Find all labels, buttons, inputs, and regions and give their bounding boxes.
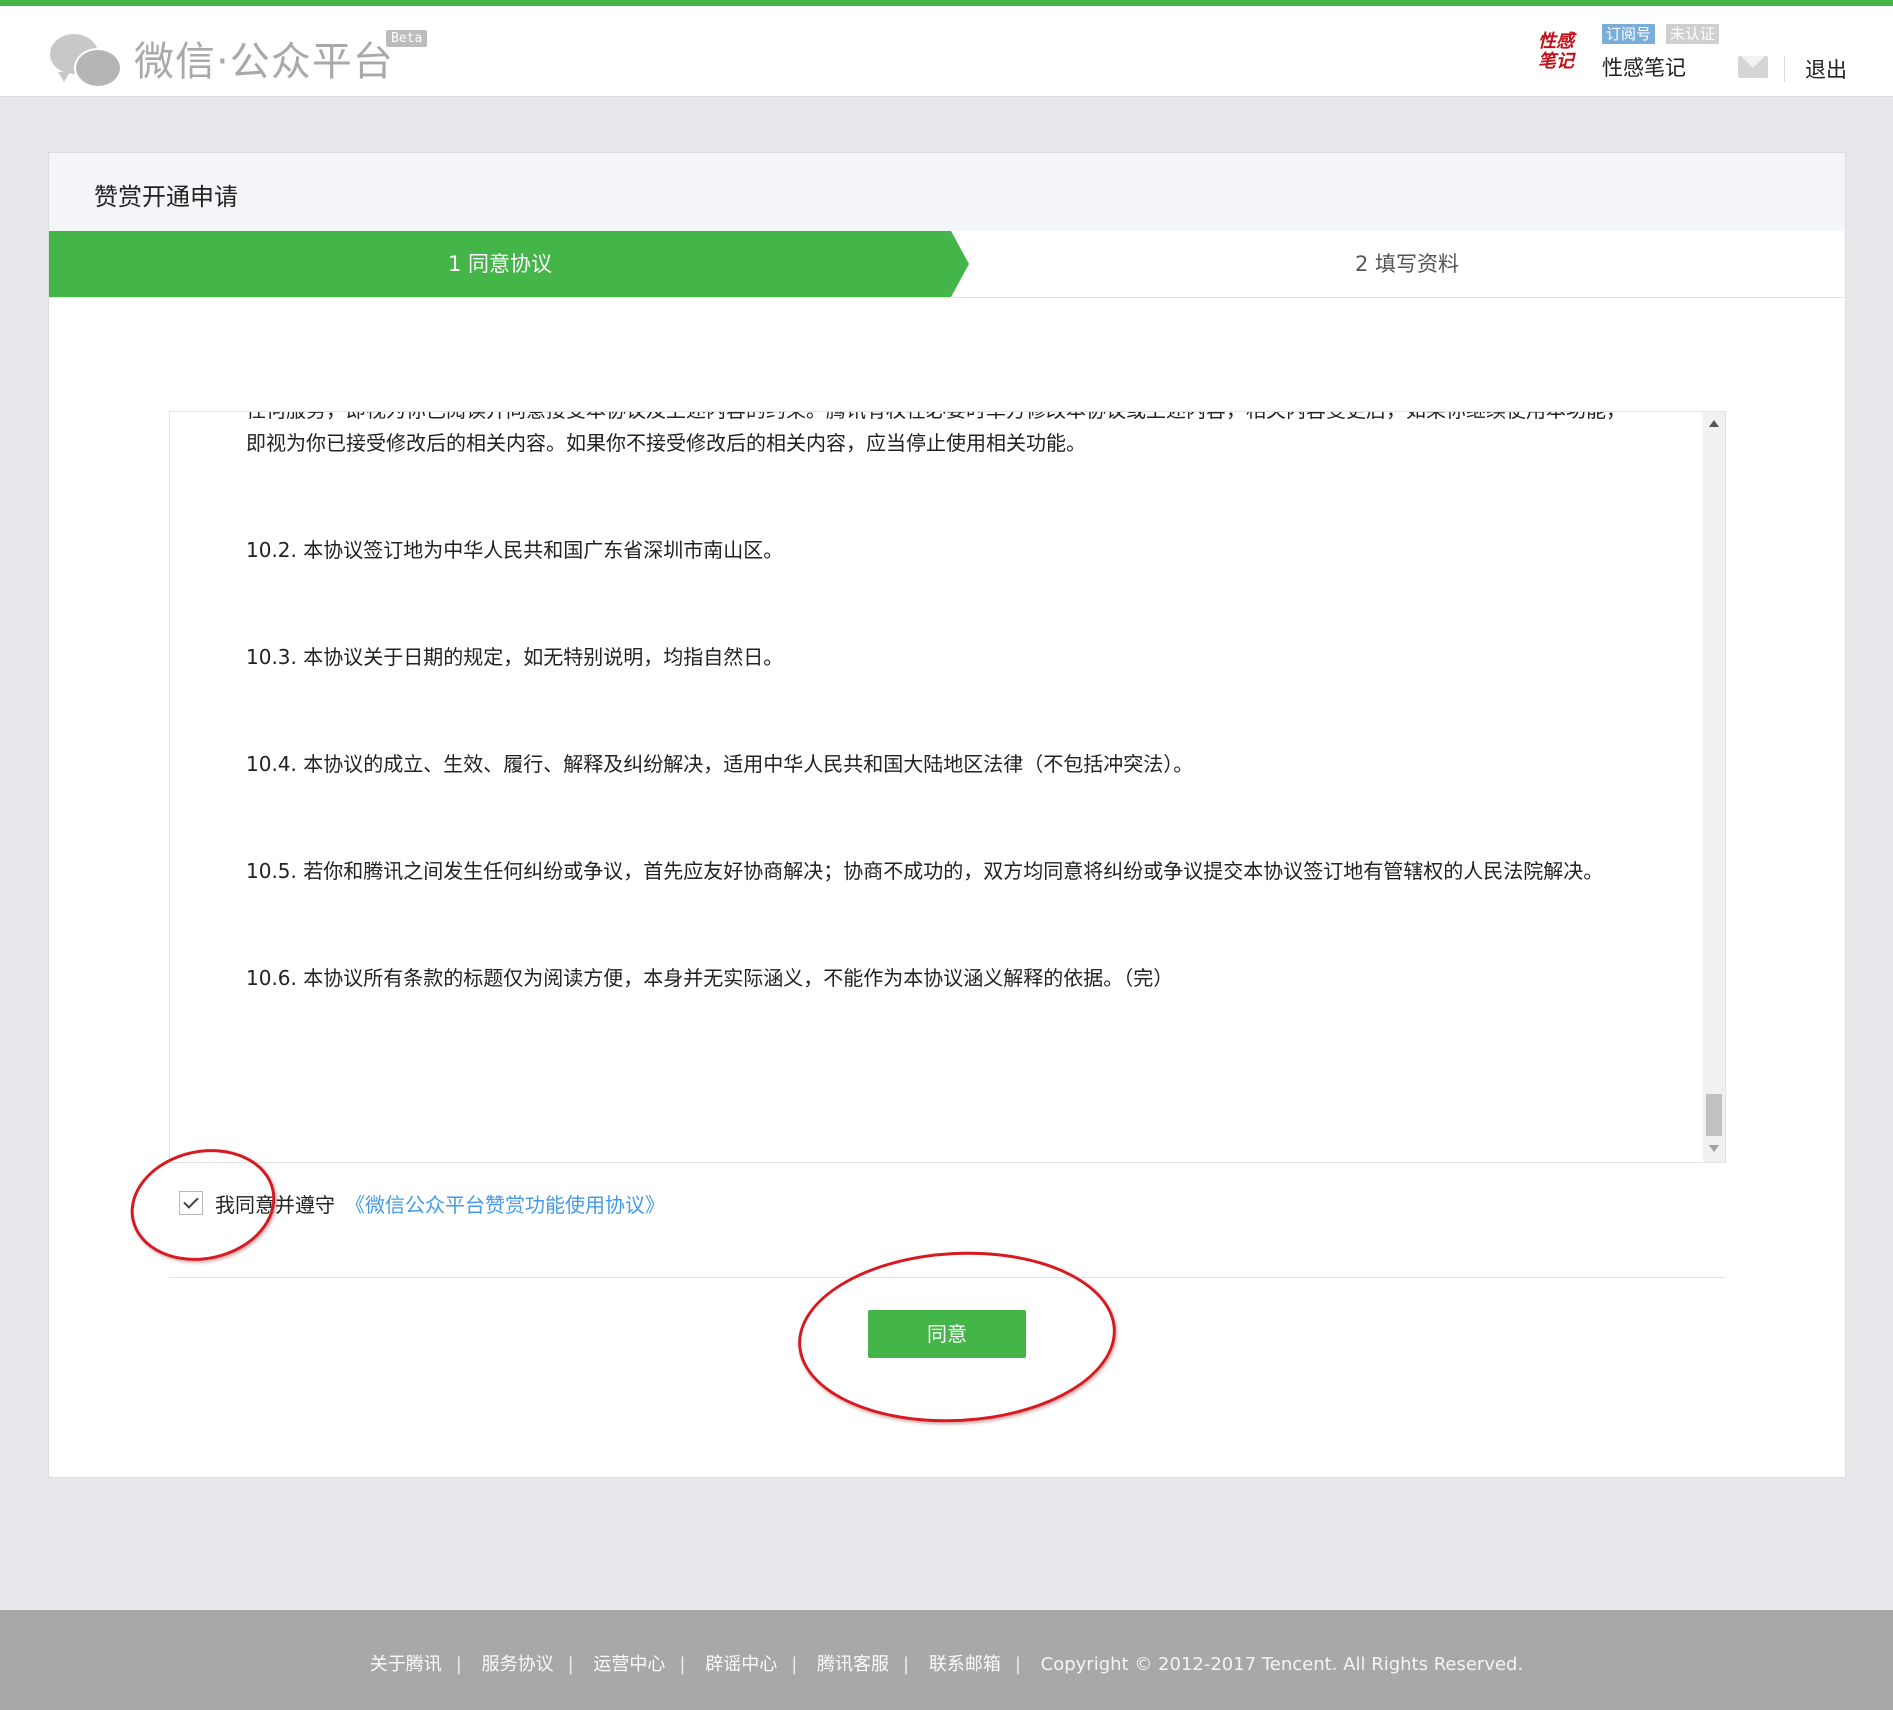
header: 微信·公众平台 Beta 性感笔记 订阅号 未认证 性感笔记 退出 <box>0 6 1893 97</box>
footer-link-about[interactable]: 关于腾讯 <box>370 1654 442 1675</box>
footer: 关于腾讯 | 服务协议 | 运营中心 | 辟谣中心 | 腾讯客服 | 联系邮箱 | Copy… <box>0 1610 1893 1710</box>
reward-application-card: 赞赏开通申请 1 同意协议 2 填写资料 任何服务，即视为你已阅读并同意接受本协… <box>48 152 1846 1478</box>
unverified-tag: 未认证 <box>1666 24 1720 44</box>
footer-links: 关于腾讯 | 服务协议 | 运营中心 | 辟谣中心 | 腾讯客服 | 联系邮箱 | Copy… <box>369 1654 1524 1675</box>
agreement-paragraph: 10.6. 本协议所有条款的标题仅为阅读方便，本身并无实际涵义，不能作为本协议涵… <box>246 966 1174 990</box>
logo[interactable]: 微信·公众平台 <box>48 28 394 88</box>
agreement-paragraph: 10.2. 本协议签订地为中华人民共和国广东省深圳市南山区。 <box>246 538 784 562</box>
subscription-tag: 订阅号 <box>1602 24 1656 44</box>
agreement-paragraph: 10.3. 本协议关于日期的规定，如无特别说明，均指自然日。 <box>246 645 784 669</box>
step-fill-info: 2 填写资料 <box>1354 252 1460 276</box>
footer-link-service-agreement[interactable]: 服务协议 <box>482 1654 554 1675</box>
agreement-text: 任何服务，即视为你已阅读并同意接受本协议及上述内容的约束。腾讯有权在必要时单方修… <box>246 412 1626 1069</box>
agree-label: 我同意并遵守 <box>215 1192 335 1217</box>
agreement-link[interactable]: 《微信公众平台赞赏功能使用协议》 <box>345 1189 665 1218</box>
account-avatar[interactable]: 性感笔记 <box>1532 32 1580 76</box>
step-arrow <box>951 231 969 297</box>
logo-text: 微信·公众平台 <box>134 39 394 85</box>
beta-badge: Beta <box>386 30 428 47</box>
scroll-down-arrow-icon[interactable] <box>1709 1145 1719 1152</box>
agreement-scroll-box[interactable]: 任何服务，即视为你已阅读并同意接受本协议及上述内容的约束。腾讯有权在必要时单方修… <box>169 411 1726 1163</box>
divider <box>169 1277 1725 1278</box>
agreement-paragraph: 任何服务，即视为你已阅读并同意接受本协议及上述内容的约束。腾讯有权在必要时单方修… <box>246 412 1626 455</box>
footer-link-rumor[interactable]: 辟谣中心 <box>705 1654 777 1675</box>
card-title-bar: 赞赏开通申请 <box>49 153 1845 231</box>
mail-icon[interactable] <box>1738 56 1768 78</box>
step-indicator: 1 同意协议 2 填写资料 <box>49 231 1845 298</box>
agree-row: 我同意并遵守 《微信公众平台赞赏功能使用协议》 <box>169 1183 665 1223</box>
agree-checkbox[interactable] <box>179 1191 203 1215</box>
step-agree-protocol: 1 同意协议 <box>49 231 951 297</box>
account-name[interactable]: 性感笔记 <box>1602 52 1686 82</box>
page-title: 赞赏开通申请 <box>94 183 238 211</box>
footer-link-email[interactable]: 联系邮箱 <box>929 1654 1001 1675</box>
scrollbar[interactable] <box>1703 412 1725 1162</box>
footer-link-support[interactable]: 腾讯客服 <box>817 1654 889 1675</box>
footer-link-operations[interactable]: 运营中心 <box>593 1654 665 1675</box>
scrollbar-thumb[interactable] <box>1706 1094 1722 1136</box>
agreement-paragraph: 10.4. 本协议的成立、生效、履行、解释及纠纷解决，适用中华人民共和国大陆地区… <box>246 752 1194 776</box>
footer-copyright: Copyright © 2012-2017 Tencent. All Right… <box>1040 1654 1524 1675</box>
header-divider <box>1784 56 1785 82</box>
wechat-logo-icon <box>48 28 128 88</box>
agree-button[interactable]: 同意 <box>868 1310 1026 1358</box>
agreement-paragraph: 10.5. 若你和腾讯之间发生任何纠纷或争议，首先应友好协商解决；协商不成功的，… <box>246 859 1604 883</box>
logout-link[interactable]: 退出 <box>1805 54 1847 84</box>
scroll-up-arrow-icon[interactable] <box>1709 420 1719 427</box>
